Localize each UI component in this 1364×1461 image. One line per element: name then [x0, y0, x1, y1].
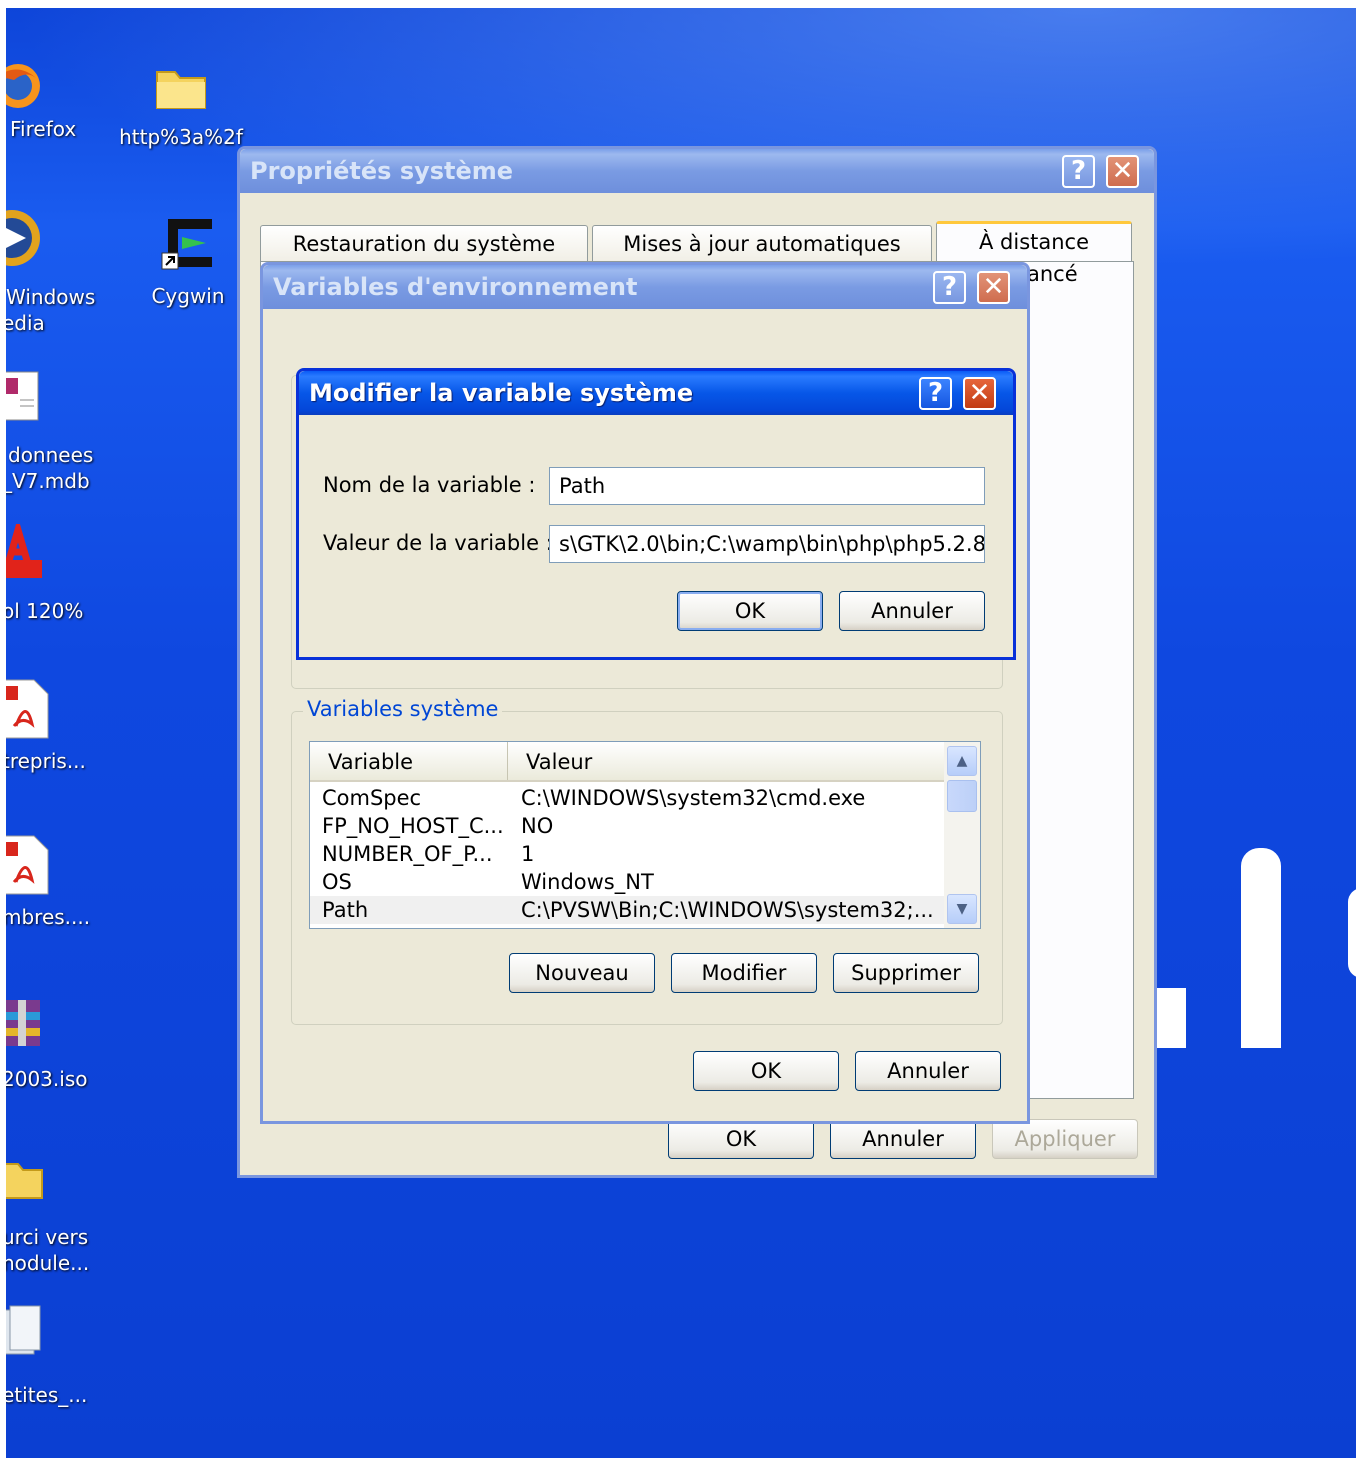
window-title: Variables d'environnement [273, 273, 638, 301]
column-valeur[interactable]: Valeur [508, 742, 944, 780]
variable-value-field[interactable]: s\GTK\2.0\bin;C:\wamp\bin\php\php5.2.8 [549, 525, 985, 563]
close-button[interactable]: ✕ [1106, 155, 1139, 188]
environment-variables-titlebar[interactable]: Variables d'environnement [263, 265, 1027, 309]
acrobat-icon [6, 524, 42, 578]
tab-partial-label: ancé [1027, 262, 1078, 286]
help-button[interactable]: ? [919, 377, 952, 410]
variable-value-label: Valeur de la variable : [323, 531, 553, 555]
edit-variable-titlebar[interactable]: Modifier la variable système [299, 371, 1013, 415]
pdf-file-icon [6, 679, 49, 739]
desktop-icon-label: trepris... [6, 749, 86, 773]
desktop-icon-label: etites_... [6, 1383, 88, 1407]
media-player-icon [6, 210, 40, 266]
firefox-icon [6, 64, 40, 108]
list-header: Variable Valeur [310, 742, 944, 782]
close-button[interactable]: ✕ [963, 377, 996, 410]
desktop-icon-document[interactable]: etites_... [6, 1304, 112, 1408]
desktop-icon-label: ol 120% [6, 599, 84, 623]
desktop-icon-iso[interactable]: 2003.iso [6, 998, 112, 1092]
desktop-icon-label: Cygwin [151, 284, 225, 308]
desktop-icon-pdf-2[interactable]: mbres.... [6, 834, 112, 930]
table-row-selected[interactable]: Path C:\PVSW\Bin;C:\WINDOWS\system32;... [310, 896, 944, 924]
desktop-icon-label: _V7.mdb [6, 469, 90, 493]
variable-value: C:\PVSW\Bin;C:\WINDOWS\system32;... [521, 898, 934, 922]
variable-name: NUMBER_OF_P... [322, 842, 493, 866]
variable-value: C:\WINDOWS\system32\cmd.exe [521, 786, 866, 810]
pdf-file-icon [6, 835, 49, 895]
desktop-icon-label: Windows [6, 285, 96, 309]
desktop-icon-acrobat[interactable]: ol 120% [6, 524, 102, 624]
variable-name: Path [322, 898, 369, 922]
desktop-icon-label: mbres.... [6, 905, 91, 929]
help-button[interactable]: ? [1062, 155, 1095, 188]
env-cancel-button[interactable]: Annuler [855, 1051, 1001, 1091]
tab-strip: Restauration du système Mises à jour aut… [258, 221, 1134, 265]
window-title: Modifier la variable système [309, 379, 694, 407]
tab-restauration[interactable]: Restauration du système [260, 225, 588, 261]
cygwin-icon [161, 219, 212, 270]
system-properties-titlebar[interactable]: Propriétés système [240, 149, 1154, 193]
desktop-icon-label: edia [6, 311, 45, 335]
variable-value: NO [521, 814, 554, 838]
wallpaper-letter [1241, 848, 1281, 1048]
system-properties-ok-button[interactable]: OK [668, 1119, 814, 1159]
desktop-icon-pdf-1[interactable]: trepris... [6, 678, 112, 774]
variable-name: OS [322, 870, 352, 894]
desktop-icon-access-file[interactable]: donnees _V7.mdb [6, 368, 112, 494]
tab-mises-a-jour[interactable]: Mises à jour automatiques [592, 225, 932, 261]
folder-icon [156, 71, 206, 109]
scroll-down-icon[interactable]: ▼ [947, 894, 977, 924]
close-button[interactable]: ✕ [977, 271, 1010, 304]
desktop-icon-label: Firefox [10, 117, 77, 141]
apply-button[interactable]: Appliquer [992, 1119, 1138, 1159]
desktop-icon-firefox[interactable]: Firefox [6, 56, 102, 142]
table-row[interactable]: ComSpec C:\WINDOWS\system32\cmd.exe [310, 784, 944, 812]
winrar-icon [6, 1000, 40, 1046]
desktop-icon-folder[interactable]: http%3a%2f [106, 60, 256, 150]
desktop-icon-label: donnees [8, 443, 94, 467]
desktop-icon-label: urci vers [6, 1225, 89, 1249]
help-button[interactable]: ? [933, 271, 966, 304]
edit-cancel-button[interactable]: Annuler [839, 591, 985, 631]
table-row[interactable]: OS Windows_NT [310, 868, 944, 896]
scroll-up-icon[interactable]: ▲ [947, 746, 977, 776]
desktop-icon-media-player[interactable]: Windows edia [6, 208, 102, 336]
desktop-icon-label: http%3a%2f [119, 125, 243, 149]
edit-variable-dialog: Modifier la variable système ? ✕ Nom de … [296, 368, 1016, 660]
system-variables-title: Variables système [303, 697, 503, 721]
table-row[interactable]: NUMBER_OF_P... 1 [310, 840, 944, 868]
wallpaper-letter [1156, 988, 1186, 1048]
desktop-icon-shortcut[interactable]: urci vers nodule... [6, 1154, 112, 1276]
scroll-thumb[interactable] [947, 780, 977, 812]
desktop-icon-label: nodule... [6, 1251, 90, 1275]
tab-a-distance[interactable]: À distance [936, 221, 1132, 261]
desktop-icon-cygwin[interactable]: Cygwin [138, 213, 238, 309]
new-button[interactable]: Nouveau [509, 953, 655, 993]
variable-value: 1 [521, 842, 535, 866]
edit-button[interactable]: Modifier [671, 953, 817, 993]
access-file-icon [6, 371, 39, 421]
variable-name-label: Nom de la variable : [323, 473, 536, 497]
system-properties-cancel-button[interactable]: Annuler [830, 1119, 976, 1159]
table-row[interactable]: FP_NO_HOST_C... NO [310, 812, 944, 840]
edit-ok-button[interactable]: OK [677, 591, 823, 631]
window-title: Propriétés système [250, 157, 514, 185]
column-variable[interactable]: Variable [310, 742, 508, 780]
variable-name: ComSpec [322, 786, 422, 810]
variable-name-field[interactable]: Path [549, 467, 985, 505]
variable-name: FP_NO_HOST_C... [322, 814, 504, 838]
document-icon [6, 1305, 41, 1355]
wallpaper-letter [1348, 888, 1356, 978]
folder-shortcut-icon [6, 1163, 43, 1199]
variable-value: Windows_NT [521, 870, 654, 894]
env-ok-button[interactable]: OK [693, 1051, 839, 1091]
desktop-icon-label: 2003.iso [6, 1067, 88, 1091]
vertical-scrollbar[interactable]: ▲ ▼ [944, 742, 980, 928]
delete-button[interactable]: Supprimer [833, 953, 979, 993]
system-variables-list[interactable]: Variable Valeur ComSpec C:\WINDOWS\syste… [309, 741, 981, 929]
variable-value-text: s\GTK\2.0\bin;C:\wamp\bin\php\php5.2.8 [559, 532, 985, 556]
